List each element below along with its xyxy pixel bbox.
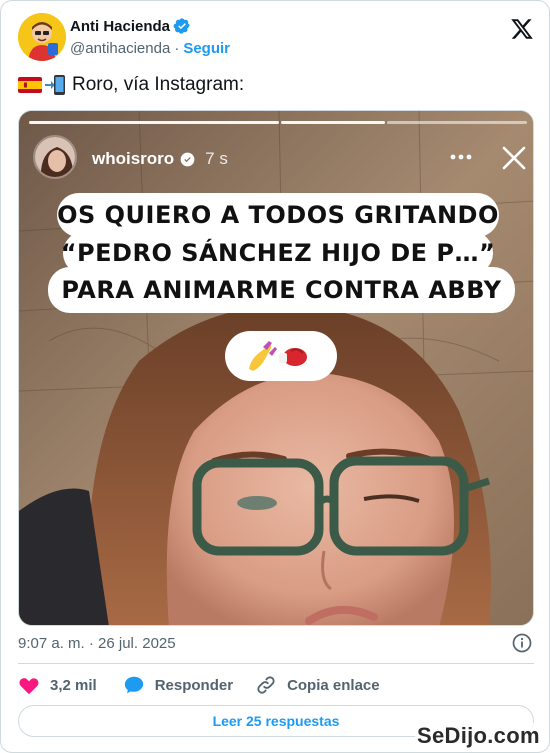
close-icon[interactable] [501, 145, 527, 171]
separator-dot: · [174, 40, 180, 57]
tweet-body: Roro, vía Instagram: [72, 74, 245, 95]
boxing-glove-icon [279, 348, 307, 366]
flag-spain-icon [18, 77, 42, 93]
phone-arrow-icon [45, 75, 65, 95]
emoji-sticker [225, 331, 337, 381]
copy-link-button[interactable]: Copia enlace [255, 674, 380, 696]
link-icon [257, 676, 275, 694]
story-avatar[interactable] [33, 135, 77, 179]
verified-badge-icon [173, 18, 190, 34]
reply-button[interactable]: Responder [123, 674, 233, 696]
divider [18, 663, 534, 664]
like-button[interactable]: 3,2 mil [18, 674, 97, 696]
story-caption-line: PARA ANIMARME CONTRA ABBY [48, 267, 515, 313]
author-name[interactable]: Anti Hacienda [70, 18, 170, 35]
action-bar: 3,2 mil Responder Copia enlace [18, 673, 380, 697]
author-handle[interactable]: @antihacienda [70, 40, 170, 57]
heart-icon [19, 678, 39, 695]
verified-badge-icon [180, 152, 195, 166]
story-progress-segment [387, 121, 527, 124]
story-username[interactable]: whoisroro [92, 149, 174, 169]
more-options-icon[interactable] [449, 147, 473, 167]
story-progress-segment [29, 121, 279, 124]
like-count: 3,2 mil [50, 676, 97, 694]
reply-label: Responder [154, 676, 234, 694]
follow-button[interactable]: Seguir [183, 40, 230, 57]
watermark-text: SeDijo.com [415, 723, 542, 749]
tweet-card: Anti Hacienda @antihacienda · Seguir Ror… [0, 0, 550, 753]
copy-link-label: Copia enlace [287, 676, 380, 694]
tweet-text: Roro, vía Instagram: [18, 74, 244, 96]
tweet-timestamp[interactable]: 9:07 a. m. · 26 jul. 2025 [18, 635, 176, 652]
story-time: 7 s [205, 149, 228, 168]
author-avatar[interactable] [18, 13, 66, 61]
chat-bubble-icon [124, 676, 143, 694]
x-logo-icon[interactable] [510, 17, 534, 41]
tweet-header: Anti Hacienda @antihacienda · Seguir [18, 13, 534, 63]
nail-polish-icon [249, 341, 277, 371]
story-screenshot[interactable]: whoisroro 7 s OS QUIERO A TODOS GRITANDO… [18, 110, 534, 626]
story-progress-segment [281, 121, 385, 124]
info-icon[interactable] [512, 633, 532, 653]
